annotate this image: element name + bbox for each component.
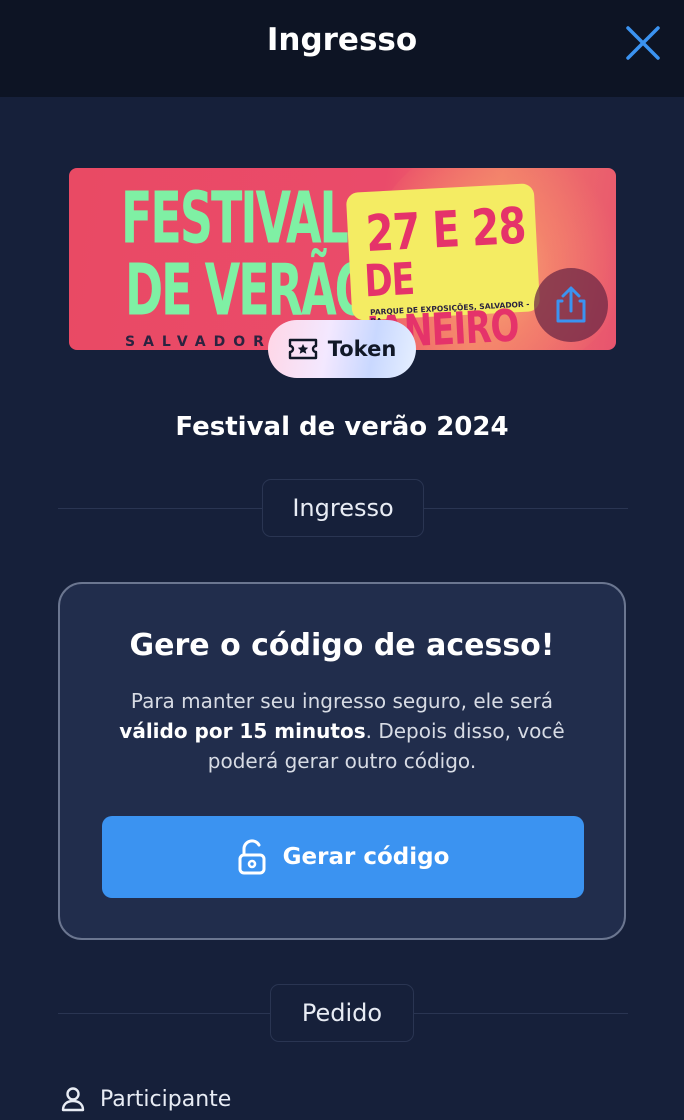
banner-date-card: 27 E 28 DE JANEIRO PARQUE DE EXPOSIÇÕES,… xyxy=(345,183,541,350)
top-bar: Ingresso xyxy=(0,0,684,97)
generate-code-label: Gerar código xyxy=(282,844,450,870)
access-code-card: Gere o código de acesso! Para manter seu… xyxy=(58,582,626,940)
access-code-title: Gere o código de acesso! xyxy=(129,628,555,663)
share-icon xyxy=(556,286,586,323)
desc-text-start: Para manter seu ingresso seguro, ele ser… xyxy=(130,689,554,713)
share-button[interactable] xyxy=(534,268,608,342)
generate-code-button[interactable]: Gerar código xyxy=(102,816,584,898)
unlock-icon xyxy=(238,839,266,875)
event-title: Festival de verão 2024 xyxy=(175,412,509,442)
access-code-description: Para manter seu ingresso seguro, ele ser… xyxy=(100,686,584,776)
section-label-ingresso: Ingresso xyxy=(262,479,424,537)
participant-label: Participante xyxy=(100,1086,232,1112)
close-icon xyxy=(626,26,660,60)
page-title: Ingresso xyxy=(266,22,418,58)
desc-text-bold: válido por 15 minutos xyxy=(119,719,366,743)
user-icon xyxy=(61,1087,85,1112)
ticket-star-icon xyxy=(288,338,317,360)
token-badge[interactable]: Token xyxy=(268,320,416,378)
token-label: Token xyxy=(327,337,397,361)
section-label-pedido: Pedido xyxy=(270,984,414,1042)
participant-row: Participante xyxy=(60,1086,231,1112)
close-button[interactable] xyxy=(620,20,666,66)
